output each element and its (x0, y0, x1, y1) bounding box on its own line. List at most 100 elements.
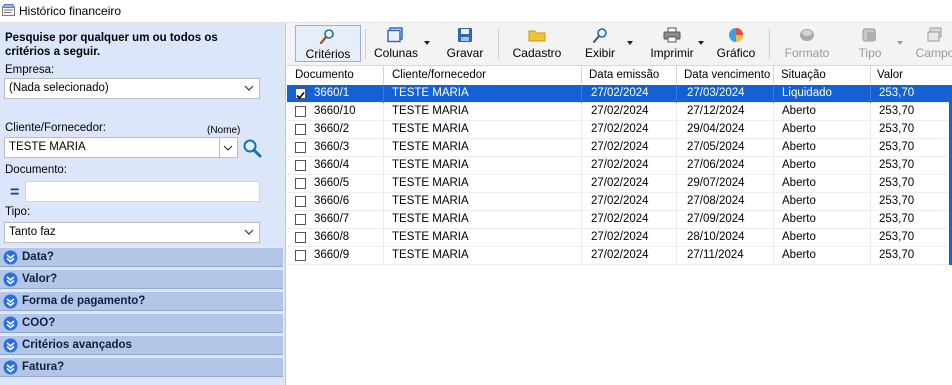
section-label: Valor? (22, 273, 58, 285)
table-row[interactable]: 3660/6 TESTE MARIA 27/02/2024 27/08/2024 Abe… (287, 193, 949, 211)
dropdown-arrow-icon[interactable] (897, 41, 903, 45)
cliente-dropdown-button[interactable] (219, 138, 237, 157)
cell-doc: 3660/10 (314, 105, 356, 117)
column-header-data-vencimento[interactable]: Data vencimento (684, 69, 770, 81)
row-checkbox[interactable] (295, 214, 306, 225)
table-row[interactable]: 3660/8 TESTE MARIA 27/02/2024 28/10/2024 Abe… (287, 229, 949, 247)
row-checkbox[interactable] (295, 124, 306, 135)
row-checkbox[interactable] (295, 142, 306, 153)
tipo-select[interactable]: Tanto faz (4, 222, 260, 243)
section-label: Fatura? (22, 361, 65, 373)
table-row[interactable]: 3660/3 TESTE MARIA 27/02/2024 27/05/2024 Abe… (287, 139, 949, 157)
search-icon[interactable] (242, 138, 262, 158)
documento-input[interactable] (25, 181, 260, 202)
tipo-label: Tipo: (5, 206, 31, 218)
formato-button[interactable]: Formato (777, 25, 837, 62)
criterios-label: Critérios (305, 47, 351, 61)
table-row[interactable]: 3660/2 TESTE MARIA 27/02/2024 29/04/2024 Abe… (287, 121, 949, 139)
column-divider (383, 121, 384, 139)
cell-emissao: 27/02/2024 (591, 123, 649, 135)
column-divider (773, 229, 774, 247)
cell-vencimento: 27/09/2024 (687, 213, 745, 225)
column-header-cliente[interactable]: Cliente/fornecedor (392, 69, 486, 81)
cell-doc: 3660/3 (314, 141, 350, 153)
section-data[interactable]: Data? (0, 247, 283, 267)
column-divider (773, 157, 774, 175)
documento-operator[interactable]: = (10, 184, 19, 202)
column-divider[interactable] (676, 66, 677, 85)
table-row[interactable]: 3660/4 TESTE MARIA 27/02/2024 27/06/2024 Abe… (287, 157, 949, 175)
criterios-button[interactable]: Critérios (295, 25, 361, 62)
cell-vencimento: 27/06/2024 (687, 159, 745, 171)
dropdown-arrow-icon[interactable] (698, 41, 704, 45)
cell-emissao: 27/02/2024 (591, 195, 649, 207)
table-row[interactable]: 3660/5 TESTE MARIA 27/02/2024 29/07/2024 Abe… (287, 175, 949, 193)
table-row[interactable]: 3660/7 TESTE MARIA 27/02/2024 27/09/2024 Abe… (287, 211, 949, 229)
column-divider (383, 247, 384, 265)
cell-emissao: 27/02/2024 (591, 213, 649, 225)
row-checkbox[interactable] (295, 196, 306, 207)
cell-vencimento: 27/03/2024 (687, 87, 745, 99)
cell-emissao: 27/02/2024 (591, 249, 649, 261)
cell-vencimento: 29/04/2024 (687, 123, 745, 135)
section-forma-pagamento[interactable]: Forma de pagamento? (0, 291, 283, 311)
chevron-down-icon (223, 145, 233, 151)
grafico-button[interactable]: Gráfico (711, 25, 761, 62)
dropdown-arrow-icon[interactable] (424, 41, 430, 45)
title-bar: Histórico financeiro (0, 0, 952, 23)
column-divider (581, 85, 582, 103)
cell-situacao: Aberto (782, 249, 816, 261)
table-row[interactable]: 3660/10 TESTE MARIA 27/02/2024 27/12/2024 Ab… (287, 103, 949, 121)
column-header-data-emissao[interactable]: Data emissão (589, 69, 659, 81)
row-checkbox[interactable] (295, 232, 306, 243)
column-divider[interactable] (870, 66, 871, 85)
column-header-documento[interactable]: Documento (295, 69, 354, 81)
imprimir-label: Imprimir (650, 46, 694, 60)
column-divider (581, 193, 582, 211)
cell-cliente: TESTE MARIA (392, 177, 469, 189)
column-divider (870, 139, 871, 157)
column-divider (773, 121, 774, 139)
colunas-label: Colunas (373, 46, 419, 60)
row-checkbox[interactable] (295, 160, 306, 171)
cell-cliente: TESTE MARIA (392, 195, 469, 207)
cell-vencimento: 27/08/2024 (687, 195, 745, 207)
section-fatura[interactable]: Fatura? (0, 357, 283, 377)
column-divider (581, 139, 582, 157)
column-divider[interactable] (773, 66, 774, 85)
exibir-button[interactable]: Exibir (575, 25, 625, 62)
section-coo[interactable]: COO? (0, 313, 283, 333)
cliente-combo[interactable]: TESTE MARIA (4, 137, 238, 158)
dropdown-arrow-icon[interactable] (627, 41, 633, 45)
row-checkbox[interactable] (295, 88, 306, 100)
cell-valor: 253,70 (879, 213, 915, 225)
empresa-select[interactable]: (Nada selecionado) (4, 78, 260, 99)
colunas-button[interactable]: Colunas (371, 25, 421, 62)
tipo-button[interactable]: Tipo (845, 25, 895, 62)
cell-valor: 253,70 (879, 87, 915, 99)
row-checkbox[interactable] (295, 250, 306, 261)
column-header-situacao[interactable]: Situação (781, 69, 826, 81)
section-valor[interactable]: Valor? (0, 269, 283, 289)
cell-vencimento: 27/05/2024 (687, 141, 745, 153)
imprimir-button[interactable]: Imprimir (641, 25, 703, 62)
row-checkbox[interactable] (295, 178, 306, 189)
column-divider (870, 175, 871, 193)
row-checkbox[interactable] (295, 106, 306, 117)
gravar-button[interactable]: Gravar (440, 25, 490, 62)
column-divider (383, 157, 384, 175)
campo-button[interactable]: Campo (910, 25, 952, 62)
table-row[interactable]: 3660/9 TESTE MARIA 27/02/2024 27/11/2024 Abe… (287, 247, 949, 265)
section-criterios-avancados[interactable]: Critérios avançados (0, 335, 283, 355)
column-divider (581, 229, 582, 247)
column-divider (383, 211, 384, 229)
cell-cliente: TESTE MARIA (392, 105, 469, 117)
column-divider[interactable] (581, 66, 582, 85)
column-header-valor[interactable]: Valor (877, 69, 903, 81)
section-label: COO? (22, 317, 56, 329)
column-divider (870, 103, 871, 121)
cadastro-button[interactable]: Cadastro (505, 25, 569, 62)
column-divider[interactable] (383, 66, 384, 85)
table-row[interactable]: 3660/1 TESTE MARIA 27/02/2024 27/03/2024 Liq… (287, 85, 949, 103)
campo-label: Campo (915, 46, 952, 60)
